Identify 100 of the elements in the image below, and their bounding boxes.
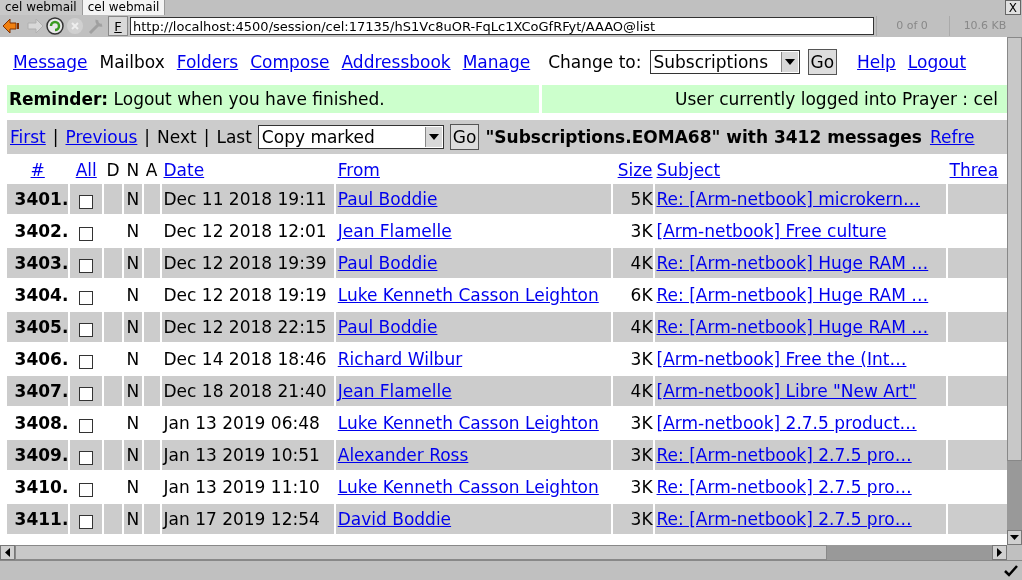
sender-link[interactable]: Jean Flamelle bbox=[337, 381, 452, 401]
checkbox[interactable] bbox=[79, 419, 94, 433]
size-text: 4K bbox=[612, 376, 653, 406]
subject-link[interactable]: Re: [Arm-netbook] 2.7.5 pro… bbox=[656, 477, 912, 497]
date-text: Jan 13 2019 06:48 bbox=[161, 412, 321, 435]
checkbox[interactable] bbox=[79, 259, 94, 273]
url-field[interactable]: http://localhost:4500/session/cel:17135/hS1Vc8uOR-FqLc1XCoGfRFyt/AAAO@list bbox=[130, 17, 874, 35]
date-text: Dec 12 2018 19:19 bbox=[162, 284, 328, 307]
vertical-scrollbar[interactable] bbox=[1007, 37, 1022, 545]
subject-link[interactable]: Re: [Arm-netbook] microkern… bbox=[656, 189, 920, 209]
sender-link[interactable]: David Boddie bbox=[337, 509, 452, 529]
dropdown-arrow-icon[interactable] bbox=[428, 134, 439, 140]
date-text: Dec 12 2018 19:39 bbox=[161, 248, 334, 278]
subject-link[interactable]: Re: [Arm-netbook] Huge RAM … bbox=[656, 285, 929, 305]
checkbox[interactable] bbox=[79, 451, 94, 465]
date-text: Jan 13 2019 10:51 bbox=[161, 440, 334, 470]
right-arrow-icon bbox=[997, 548, 1002, 557]
new-status-text: N bbox=[125, 476, 141, 499]
sender-link[interactable]: Paul Boddie bbox=[337, 317, 438, 337]
dropdown-arrow-icon[interactable] bbox=[784, 59, 795, 65]
sender-link[interactable]: Luke Kenneth Casson Leighton bbox=[337, 285, 599, 305]
table-cell bbox=[947, 504, 1007, 534]
down-arrow-icon bbox=[1010, 535, 1019, 540]
column-header[interactable]: Size bbox=[617, 160, 653, 180]
table-cell bbox=[104, 248, 122, 278]
table-cell bbox=[947, 312, 1007, 342]
date-text: Dec 12 2018 12:01 bbox=[162, 220, 328, 243]
reload-icon[interactable] bbox=[46, 17, 64, 35]
column-header[interactable]: # bbox=[30, 160, 45, 180]
help-link[interactable]: Help bbox=[857, 52, 896, 72]
subject-link[interactable]: [Arm-netbook] Free the (Int… bbox=[656, 349, 907, 369]
table-cell bbox=[143, 440, 160, 470]
pager-link[interactable]: Previous bbox=[65, 127, 138, 147]
nav-link[interactable]: Message bbox=[13, 52, 88, 72]
subject-link[interactable]: Re: [Arm-netbook] 2.7.5 pro… bbox=[656, 509, 912, 529]
nav-link[interactable]: Addressbook bbox=[341, 52, 451, 72]
sender-link[interactable]: Paul Boddie bbox=[337, 189, 438, 209]
change-to-label: Change to: bbox=[548, 52, 642, 72]
checkbox[interactable] bbox=[79, 323, 94, 337]
column-header[interactable]: Date bbox=[163, 160, 205, 180]
go-button[interactable]: Go bbox=[807, 49, 838, 75]
subject-link[interactable]: [Arm-netbook] 2.7.5 product… bbox=[656, 413, 917, 433]
table-cell bbox=[143, 504, 160, 534]
column-header[interactable]: Subject bbox=[656, 160, 721, 180]
subject-link[interactable]: [Arm-netbook] Free culture bbox=[656, 221, 887, 241]
subject-link[interactable]: [Arm-netbook] Libre "New Art" bbox=[656, 381, 917, 401]
nav-link[interactable]: Folders bbox=[176, 52, 239, 72]
sender-link[interactable]: Jean Flamelle bbox=[337, 221, 452, 241]
sender-link[interactable]: Richard Wilbur bbox=[337, 349, 463, 369]
pager-link[interactable]: First bbox=[10, 127, 46, 147]
reminder-text: Reminder: Logout when you have finished. bbox=[7, 85, 539, 113]
column-header[interactable]: Threa bbox=[949, 160, 999, 180]
date-text: Jan 17 2019 12:54 bbox=[161, 504, 334, 534]
date-text: Dec 18 2018 21:40 bbox=[161, 376, 334, 406]
back-arrow-icon[interactable] bbox=[2, 17, 22, 35]
new-status-text: N bbox=[123, 184, 142, 214]
checkbox[interactable] bbox=[79, 291, 94, 305]
scroll-thumb[interactable] bbox=[1007, 37, 1022, 461]
folder-dropdown[interactable]: Subscriptions bbox=[649, 50, 800, 74]
column-header[interactable]: All bbox=[75, 160, 97, 180]
checkbox[interactable] bbox=[79, 515, 94, 529]
column-header[interactable]: From bbox=[337, 160, 380, 180]
pager-label: Last bbox=[216, 127, 252, 147]
action-dropdown[interactable]: Copy marked bbox=[257, 125, 444, 149]
table-cell bbox=[104, 376, 122, 406]
new-status-text: N bbox=[125, 412, 141, 435]
nav-link[interactable]: Compose bbox=[250, 52, 330, 72]
sender-link[interactable]: Paul Boddie bbox=[337, 253, 438, 273]
checkbox[interactable] bbox=[79, 483, 94, 497]
message-number: 3410. bbox=[13, 476, 69, 499]
date-text: Jan 13 2019 11:10 bbox=[161, 476, 321, 499]
sender-link[interactable]: Luke Kenneth Casson Leighton bbox=[337, 413, 599, 433]
subject-link[interactable]: Re: [Arm-netbook] 2.7.5 pro… bbox=[656, 445, 912, 465]
table-cell bbox=[104, 504, 122, 534]
subject-link[interactable]: Re: [Arm-netbook] Huge RAM … bbox=[656, 253, 929, 273]
scroll-thumb[interactable] bbox=[15, 545, 827, 560]
logout-link[interactable]: Logout bbox=[907, 52, 967, 72]
message-number: 3403. bbox=[7, 248, 69, 278]
find-button[interactable]: F bbox=[108, 16, 128, 36]
checkbox[interactable] bbox=[79, 387, 94, 401]
sender-link[interactable]: Alexander Ross bbox=[337, 445, 469, 465]
checkbox[interactable] bbox=[79, 355, 94, 369]
browser-tab[interactable]: cel webmail bbox=[82, 0, 166, 15]
close-button[interactable]: X bbox=[1004, 0, 1021, 15]
table-cell bbox=[947, 248, 1007, 278]
scroll-right-button[interactable] bbox=[992, 545, 1007, 560]
nav-link[interactable]: Manage bbox=[462, 52, 531, 72]
subject-link[interactable]: Re: [Arm-netbook] Huge RAM … bbox=[656, 317, 929, 337]
checkbox[interactable] bbox=[79, 195, 94, 209]
checkbox[interactable] bbox=[79, 227, 94, 241]
separator-text: | bbox=[144, 127, 151, 147]
go-button[interactable]: Go bbox=[449, 124, 480, 150]
table-cell bbox=[143, 376, 160, 406]
scroll-left-button[interactable] bbox=[0, 545, 15, 560]
size-text: 5K bbox=[612, 184, 653, 214]
horizontal-scrollbar[interactable] bbox=[0, 545, 1007, 560]
browser-tab[interactable]: cel webmail bbox=[0, 0, 83, 15]
refresh-link[interactable]: Refre bbox=[929, 127, 975, 147]
scroll-down-button[interactable] bbox=[1007, 530, 1022, 545]
sender-link[interactable]: Luke Kenneth Casson Leighton bbox=[337, 477, 599, 497]
